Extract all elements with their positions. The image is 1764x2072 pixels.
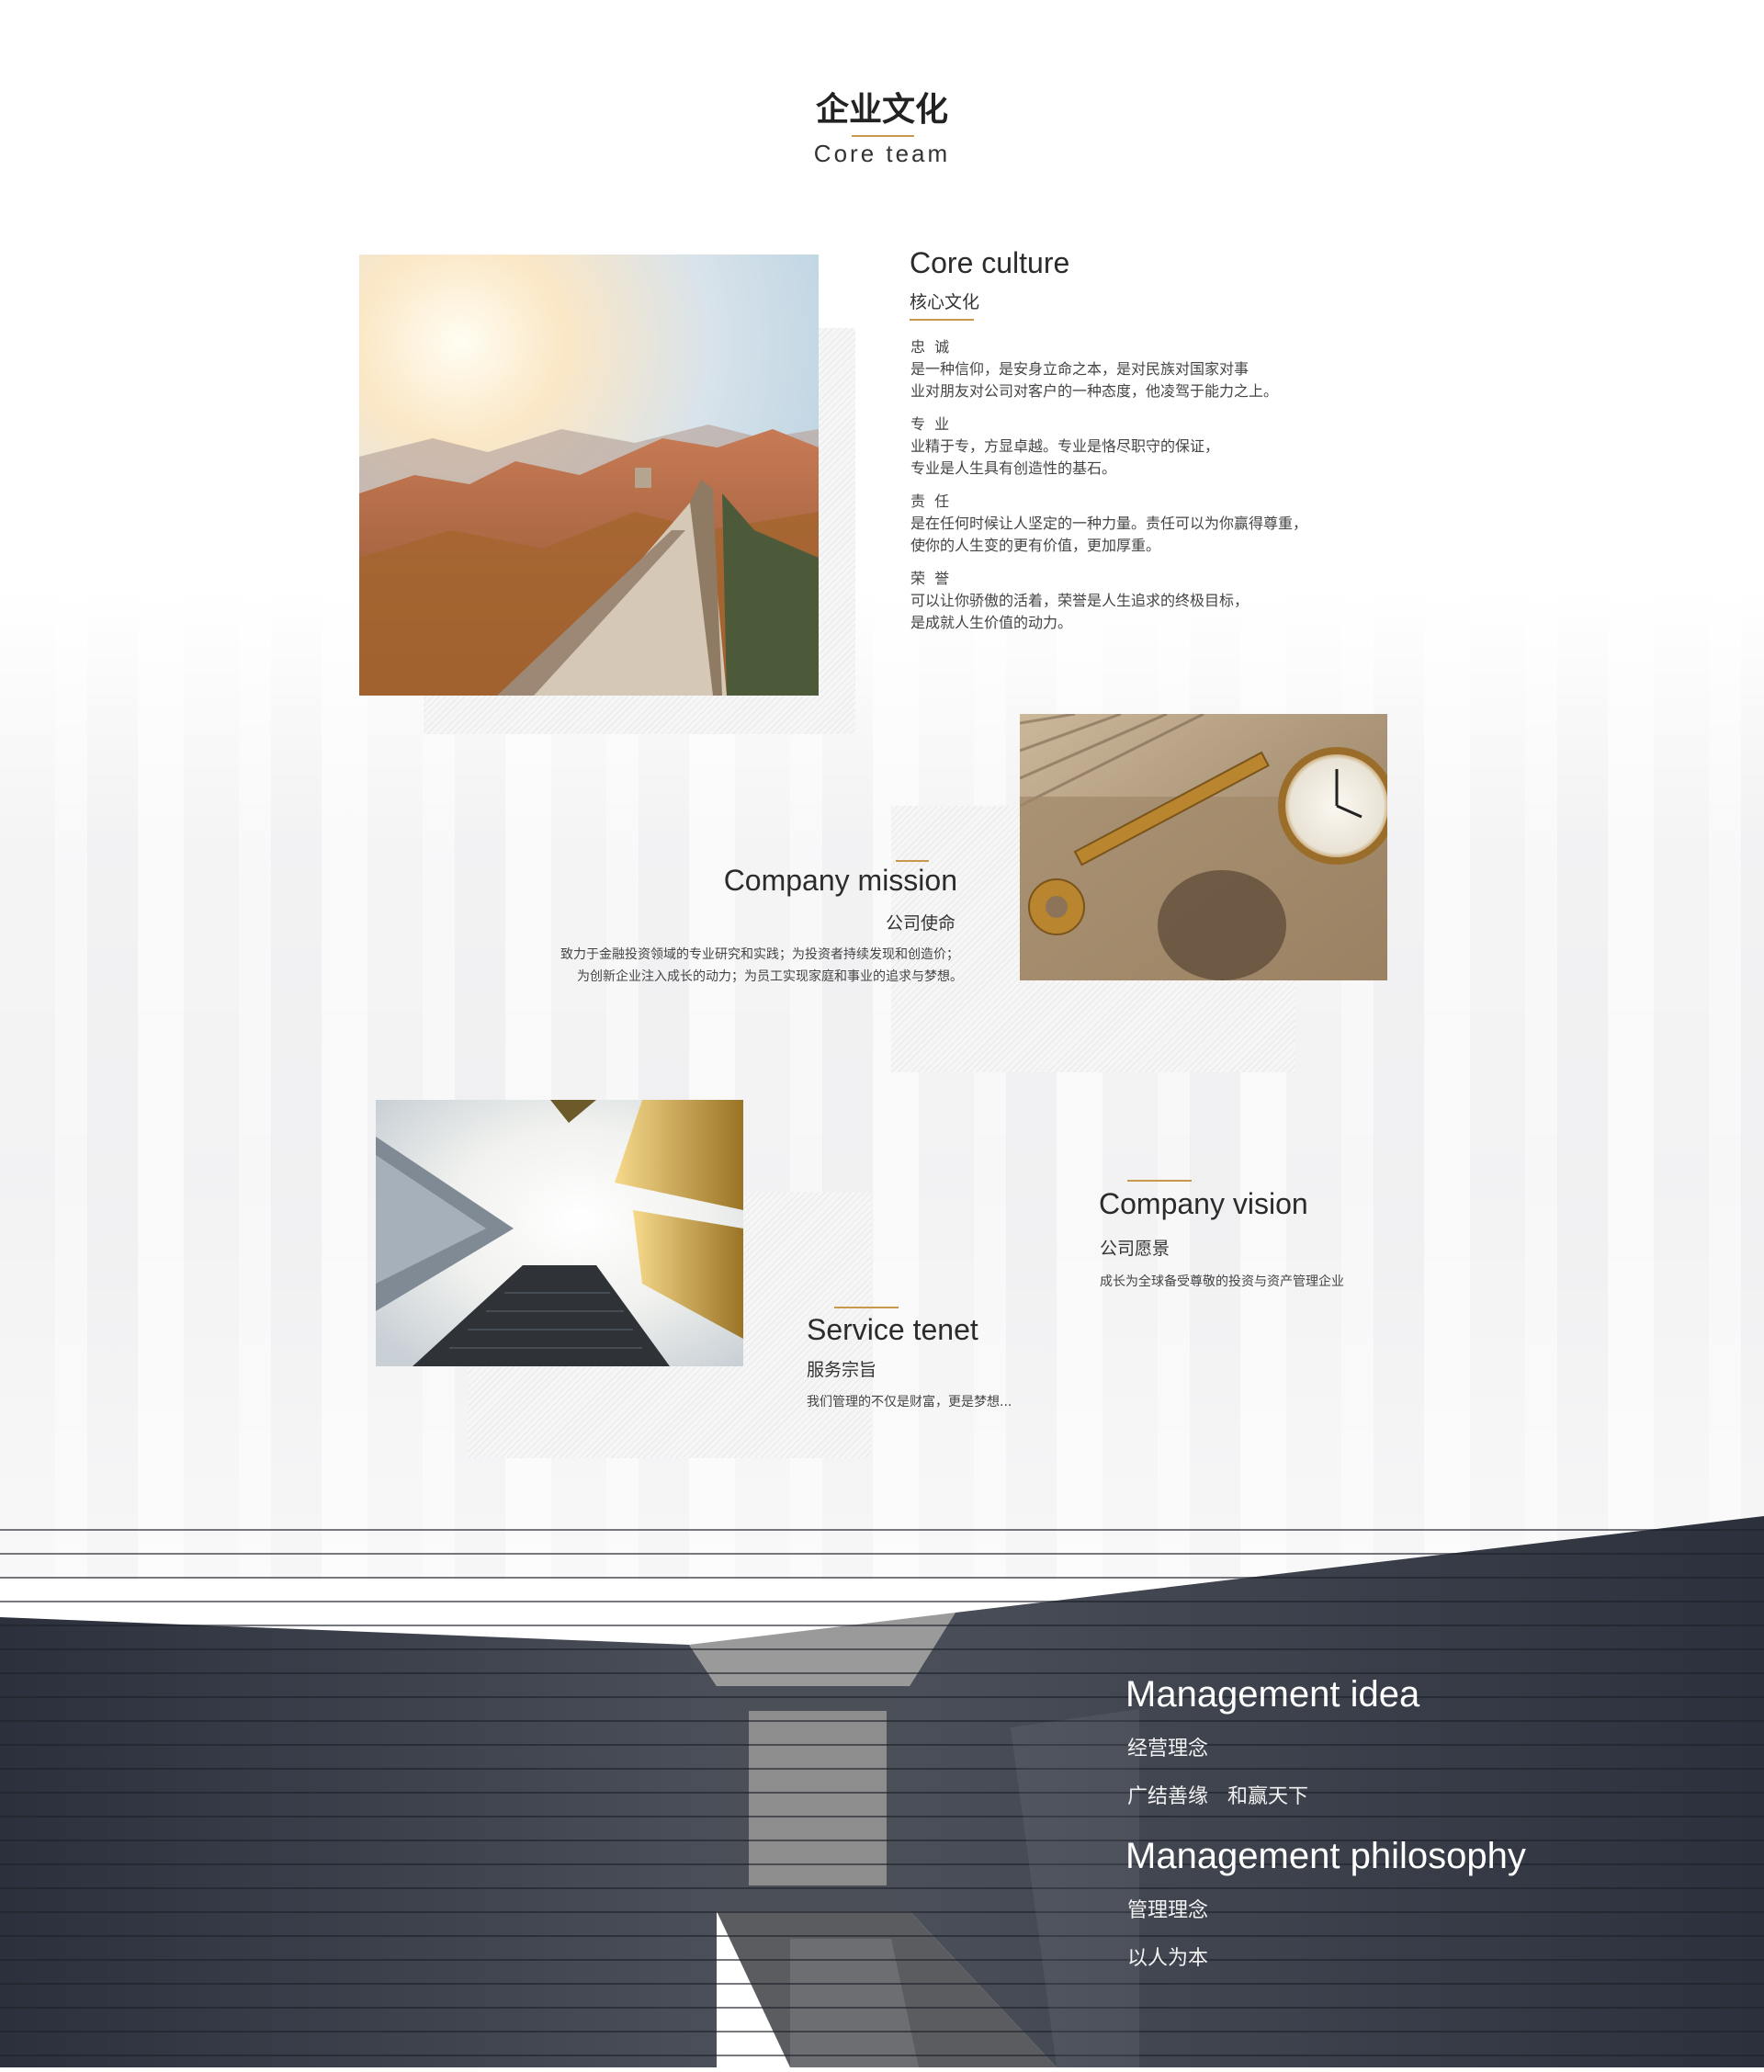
- tenet-subtitle: 服务宗旨: [807, 1360, 877, 1380]
- culture-item-text: 业精于专，方显卓越。专业是恪尽职守的保证，: [910, 437, 1220, 455]
- culture-item-heading: 荣 誉: [910, 570, 950, 587]
- culture-item-text: 业对朋友对公司对客户的一种态度，他凌驾于能力之上。: [910, 382, 1279, 400]
- core-culture-list: 忠 诚 是一种信仰，是安身立命之本，是对民族对国家对事 业对朋友对公司对客户的一…: [910, 336, 1307, 634]
- money-key-image: [1020, 714, 1387, 980]
- core-culture-title: Core culture: [910, 246, 1070, 279]
- culture-item-text: 是成就人生价值的动力。: [910, 614, 1073, 631]
- city-background: [0, 588, 1764, 1580]
- culture-item-heading: 责 任: [910, 493, 950, 510]
- culture-item: 荣 誉 可以让你骄傲的活着，荣誉是人生追求的终极目标， 是成就人生价值的动力。: [910, 568, 1307, 634]
- culture-item: 专 业 业精于专，方显卓越。专业是恪尽职守的保证， 专业是人生具有创造性的基石。: [910, 413, 1307, 480]
- culture-item-heading: 忠 诚: [910, 338, 950, 356]
- corridor-background: [0, 1507, 1764, 2067]
- page-subtitle-wrap: Core team: [0, 140, 1764, 168]
- tenet-title: Service tenet: [807, 1313, 978, 1346]
- mission-subtitle: 公司使命: [885, 913, 956, 934]
- culture-item-text: 专业是人生具有创造性的基石。: [910, 459, 1117, 477]
- culture-item-text: 使你的人生变的更有价值，更加厚重。: [910, 537, 1161, 554]
- management-idea-title: Management idea: [1125, 1674, 1420, 1715]
- great-wall-image: [359, 255, 819, 696]
- vision-underline: [1127, 1180, 1192, 1182]
- vision-title: Company vision: [1099, 1187, 1308, 1220]
- management-philosophy-title: Management philosophy: [1125, 1836, 1526, 1876]
- culture-item-text: 可以让你骄傲的活着，荣誉是人生追求的终极目标，: [910, 592, 1250, 609]
- culture-item: 责 任 是在任何时候让人坚定的一种力量。责任可以为你赢得尊重， 使你的人生变的更…: [910, 491, 1307, 557]
- vision-subtitle: 公司愿景: [1100, 1239, 1170, 1259]
- culture-item-heading: 专 业: [910, 415, 950, 433]
- management-philosophy-subtitle: 管理理念: [1127, 1899, 1209, 1922]
- management-philosophy-text: 以人为本: [1127, 1947, 1209, 1970]
- skyscrapers-image: [376, 1100, 743, 1366]
- culture-item-text: 是一种信仰，是安身立命之本，是对民族对国家对事: [910, 360, 1250, 378]
- page-title: 企业文化: [815, 91, 948, 129]
- culture-item-text: 是在任何时候让人坚定的一种力量。责任可以为你赢得尊重，: [910, 515, 1308, 532]
- mission-text-line2: 为创新企业注入成长的动力；为员工实现家庭和事业的追求与梦想。: [577, 969, 963, 984]
- page-subtitle: Core team: [813, 140, 951, 167]
- tenet-text: 我们管理的不仅是财富，更是梦想...: [807, 1395, 1012, 1410]
- management-idea-subtitle: 经营理念: [1127, 1738, 1209, 1761]
- mission-underline: [896, 860, 929, 862]
- title-underline: [852, 135, 914, 137]
- mission-title: Company mission: [723, 864, 957, 897]
- core-culture-subtitle: 核心文化: [910, 292, 980, 312]
- tenet-underline: [834, 1307, 899, 1308]
- management-idea-text: 广结善缘 和赢天下: [1127, 1785, 1308, 1808]
- mission-text-line1: 致力于金融投资领域的专业研究和实践；为投资者持续发现和创造价；: [560, 947, 959, 962]
- vision-text: 成长为全球备受尊敬的投资与资产管理企业: [1100, 1274, 1344, 1289]
- core-culture-underline: [910, 319, 974, 321]
- culture-item: 忠 诚 是一种信仰，是安身立命之本，是对民族对国家对事 业对朋友对公司对客户的一…: [910, 336, 1307, 402]
- section-header: 企业文化: [0, 83, 1764, 130]
